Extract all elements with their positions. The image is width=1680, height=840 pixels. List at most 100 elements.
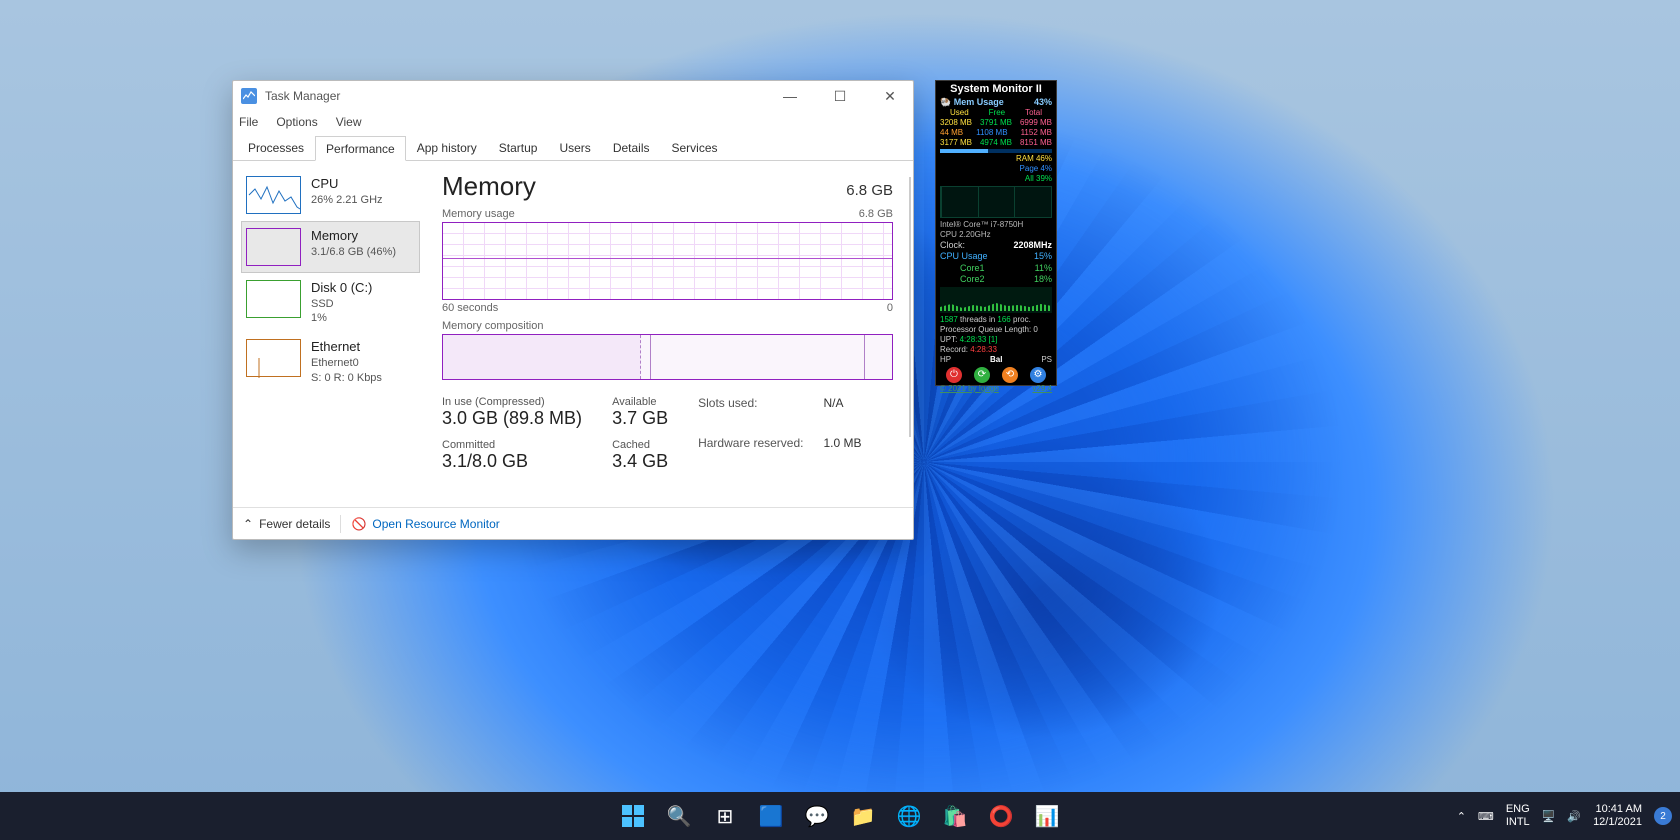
inuse-label: In use (Compressed) — [442, 396, 582, 408]
search-icon[interactable]: 🔍 — [659, 796, 699, 836]
mem-graph — [940, 186, 1052, 218]
cpu-name: Intel® Core™ i7-8750H — [940, 220, 1052, 230]
memory-total: 6.8 GB — [846, 182, 893, 199]
tab-services[interactable]: Services — [661, 135, 729, 160]
eth-title: Ethernet — [311, 339, 382, 356]
task-view-icon[interactable]: ⊞ — [705, 796, 745, 836]
tab-users[interactable]: Users — [548, 135, 601, 160]
cortana-icon[interactable]: ⭕ — [981, 796, 1021, 836]
memory-sub: 3.1/6.8 GB (46%) — [311, 245, 396, 259]
menu-file[interactable]: File — [239, 115, 258, 129]
sidebar-memory[interactable]: Memory3.1/6.8 GB (46%) — [241, 221, 420, 273]
taskbar: 🔍 ⊞ 🟦 💬 📁 🌐 🛍️ ⭕ 📊 ⌃ ⌨ ENGINTL 🖥️ 🔊 10:4… — [0, 792, 1680, 840]
eth-sub1: Ethernet0 — [311, 356, 382, 370]
store-icon[interactable]: 🛍️ — [935, 796, 975, 836]
task-manager-window: Task Manager — ☐ ✕ File Options View Pro… — [232, 80, 914, 540]
tray-chevron-icon[interactable]: ⌃ — [1457, 810, 1466, 823]
power-button[interactable]: ⏻ — [946, 367, 962, 383]
avail-value: 3.7 GB — [612, 408, 668, 429]
notification-badge[interactable]: 2 — [1654, 807, 1672, 825]
menu-view[interactable]: View — [336, 115, 362, 129]
hw-label: Hardware reserved: — [698, 436, 803, 472]
settings-button[interactable]: ⚙ — [1030, 367, 1046, 383]
usage-max: 6.8 GB — [859, 208, 893, 220]
disk-sub1: SSD — [311, 297, 372, 311]
chevron-up-icon: ⌃ — [243, 517, 253, 531]
tab-performance[interactable]: Performance — [315, 136, 406, 161]
open-resource-monitor-link[interactable]: 🚫Open Resource Monitor — [351, 517, 499, 531]
avail-label: Available — [612, 396, 668, 408]
window-title: Task Manager — [265, 89, 340, 103]
cpu-title: CPU — [311, 176, 383, 193]
sidebar-cpu[interactable]: CPU26% 2.21 GHz — [241, 169, 420, 221]
taskmgr-taskbar-icon[interactable]: 📊 — [1027, 796, 1067, 836]
tab-bar: Processes Performance App history Startu… — [233, 133, 913, 161]
menubar: File Options View — [233, 111, 913, 133]
performance-main: Memory 6.8 GB Memory usage 6.8 GB 60 seco… — [428, 161, 913, 507]
hw-value: 1.0 MB — [823, 436, 861, 472]
maximize-button[interactable]: ☐ — [825, 88, 855, 105]
cpu-graph — [940, 287, 1052, 313]
cpu-thumb-icon — [246, 176, 301, 214]
window-footer: ⌃Fewer details 🚫Open Resource Monitor — [233, 507, 913, 539]
close-button[interactable]: ✕ — [875, 88, 905, 105]
slots-value: N/A — [823, 396, 861, 432]
memory-thumb-icon — [246, 228, 301, 266]
network-icon[interactable]: 🖥️ — [1542, 810, 1556, 823]
disk-thumb-icon — [246, 280, 301, 318]
tab-startup[interactable]: Startup — [488, 135, 549, 160]
tab-details[interactable]: Details — [602, 135, 661, 160]
cached-value: 3.4 GB — [612, 451, 668, 472]
clock[interactable]: 10:41 AM12/1/2021 — [1593, 803, 1642, 829]
comp-label: Memory composition — [442, 320, 543, 332]
inuse-value: 3.0 GB (89.8 MB) — [442, 408, 582, 429]
tab-processes[interactable]: Processes — [237, 135, 315, 160]
gadget-title: System Monitor II — [940, 83, 1052, 97]
tab-app-history[interactable]: App history — [406, 135, 488, 160]
sidebar-disk[interactable]: Disk 0 (C:)SSD1% — [241, 273, 420, 332]
explorer-icon[interactable]: 📁 — [843, 796, 883, 836]
disk-title: Disk 0 (C:) — [311, 280, 372, 297]
axis-left: 60 seconds — [442, 302, 498, 314]
page-title: Memory — [442, 171, 536, 202]
gadget-version: v29.4 — [1032, 384, 1052, 394]
volume-icon[interactable]: 🔊 — [1567, 810, 1581, 823]
cpu-usage-value: 15% — [1034, 251, 1052, 262]
mem-bar — [940, 149, 1052, 153]
ethernet-thumb-icon — [246, 339, 301, 377]
mem-usage-pct: 43% — [1034, 97, 1052, 108]
minimize-button[interactable]: — — [775, 88, 805, 105]
fewer-details-button[interactable]: ⌃Fewer details — [243, 517, 330, 531]
clock-value: 2208MHz — [1013, 240, 1052, 251]
keyboard-icon[interactable]: ⌨ — [1478, 810, 1494, 823]
menu-options[interactable]: Options — [276, 115, 317, 129]
usage-label: Memory usage — [442, 208, 515, 220]
eth-sub2: S: 0 R: 0 Kbps — [311, 371, 382, 385]
cached-label: Cached — [612, 439, 668, 451]
mem-usage-label: 🐏 Mem Usage — [940, 97, 1004, 108]
commit-label: Committed — [442, 439, 582, 451]
language-indicator[interactable]: ENGINTL — [1506, 803, 1530, 829]
slots-label: Slots used: — [698, 396, 803, 432]
sidebar-ethernet[interactable]: EthernetEthernet0S: 0 R: 0 Kbps — [241, 332, 420, 391]
widgets-icon[interactable]: 🟦 — [751, 796, 791, 836]
edge-icon[interactable]: 🌐 — [889, 796, 929, 836]
divider — [340, 515, 341, 533]
start-button[interactable] — [613, 796, 653, 836]
titlebar[interactable]: Task Manager — ☐ ✕ — [233, 81, 913, 111]
memory-usage-chart — [442, 222, 893, 300]
performance-sidebar: CPU26% 2.21 GHz Memory3.1/6.8 GB (46%) D… — [233, 161, 428, 507]
app-icon — [241, 88, 257, 104]
disk-sub2: 1% — [311, 311, 372, 325]
cpu-ghz: CPU 2.20GHz — [940, 230, 1052, 240]
commit-value: 3.1/8.0 GB — [442, 451, 582, 472]
scrollbar[interactable] — [909, 177, 911, 437]
chat-icon[interactable]: 💬 — [797, 796, 837, 836]
gadget-copyright[interactable]: © 2021 by Igogo — [940, 384, 999, 394]
restart-button[interactable]: ⟲ — [1002, 367, 1018, 383]
cpu-usage-label: CPU Usage — [940, 251, 988, 262]
system-monitor-gadget[interactable]: System Monitor II 🐏 Mem Usage43% UsedFre… — [935, 80, 1057, 386]
cpu-sub: 26% 2.21 GHz — [311, 193, 383, 207]
refresh-button[interactable]: ⟳ — [974, 367, 990, 383]
memory-composition-chart — [442, 334, 893, 380]
